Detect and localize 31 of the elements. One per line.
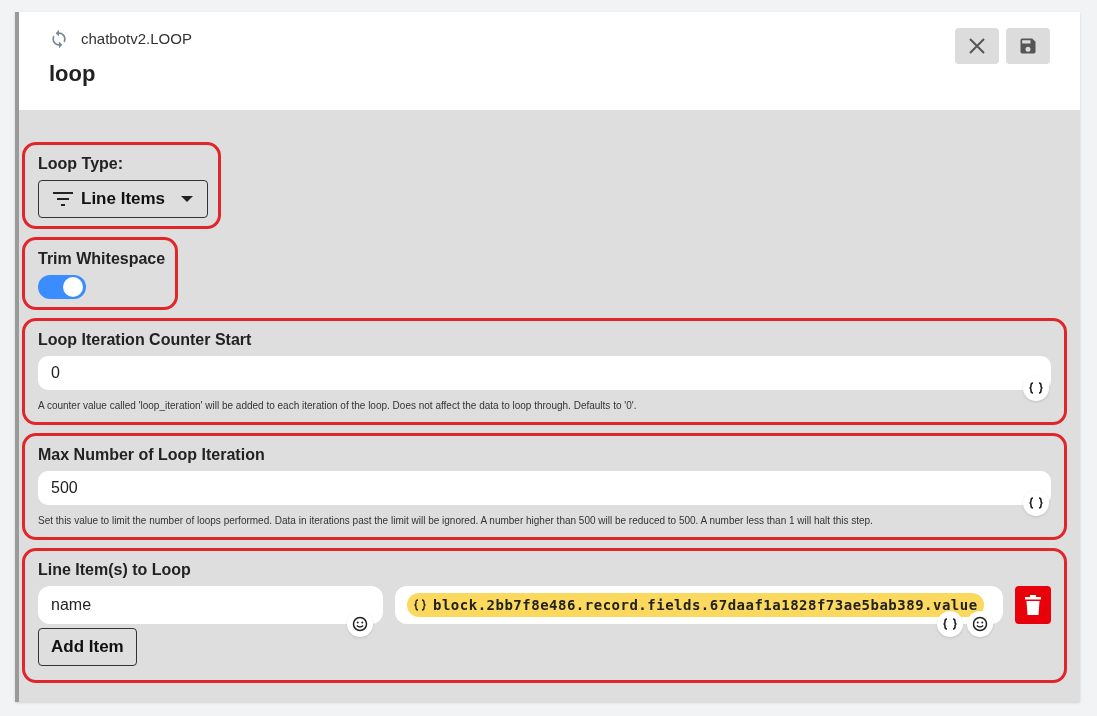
field-label: Max Number of Loop Iteration <box>38 445 266 465</box>
trash-icon <box>1025 595 1041 615</box>
smiley-icon[interactable] <box>967 611 993 637</box>
braces-icon[interactable] <box>1023 375 1049 401</box>
delete-button[interactable] <box>1015 586 1051 624</box>
text-input-field[interactable]: 500 <box>38 471 1051 505</box>
field-label: Trim Whitespace <box>38 249 166 269</box>
variable-chip: block.2bb7f8e486.record.fields.67daaf1a1828f73ae5bab389.value <box>407 593 984 617</box>
braces-icon <box>413 598 427 612</box>
filter-icon <box>53 192 73 206</box>
close-button[interactable] <box>955 28 999 64</box>
text-input-field[interactable]: 0 <box>38 356 1051 390</box>
dialog-title: loop <box>49 59 97 88</box>
help-text: Set this value to limit the number of loops performed. Data in iterations past the limit will be ignored. A number higher than 500 will be reduced to 500. A number less than 1 will halt this step. <box>38 514 874 528</box>
braces-icon[interactable] <box>937 611 963 637</box>
braces-icon[interactable] <box>1023 490 1049 516</box>
loop-type-dropdown[interactable]: Line Items <box>38 180 209 218</box>
field-label: Loop Type: <box>38 154 125 174</box>
sync-icon <box>49 28 69 51</box>
field-label: Loop Iteration Counter Start <box>38 330 253 350</box>
toggle-switch[interactable] <box>38 275 86 299</box>
help-text: A counter value called 'loop_iteration' will be added to each iteration of the loop. Does not affect the data to loop through. Defaults to '0'. <box>38 399 638 413</box>
field-label: Line Item(s) to Loop <box>38 560 192 580</box>
save-button[interactable] <box>1006 28 1050 64</box>
smiley-icon[interactable] <box>347 611 373 637</box>
close-icon <box>968 37 986 55</box>
breadcrumb: chatbotv2.LOOP <box>81 29 192 49</box>
item-value-field[interactable]: block.2bb7f8e486.record.fields.67daaf1a1828f73ae5bab389.value <box>395 586 1003 624</box>
caret-icon <box>181 196 194 202</box>
add-item-button[interactable]: Add Item <box>38 628 137 666</box>
item-name-field[interactable]: name <box>38 586 383 624</box>
